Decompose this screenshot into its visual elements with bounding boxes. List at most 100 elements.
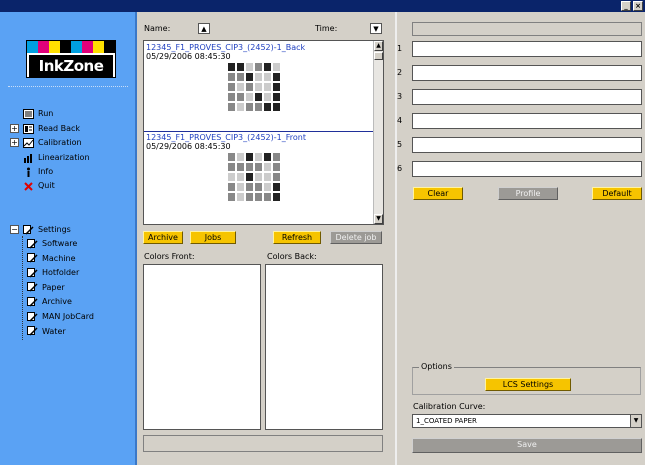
logo-color-bar [93, 41, 104, 53]
settings-page-icon [26, 326, 38, 337]
refresh-button[interactable]: Refresh [273, 231, 321, 244]
thumbnail-page [237, 193, 244, 201]
job-item-front[interactable]: 12345_F1_PROVES_CIP3_(2452)-1_Front 05/2… [146, 133, 381, 219]
close-button[interactable]: × [633, 1, 643, 11]
sidebar-item-run[interactable]: Run [22, 107, 53, 120]
thumbnail-page [228, 173, 235, 181]
settings-item-machine[interactable]: Machine [26, 252, 76, 265]
thumbnail-page [255, 183, 262, 191]
thumbnail-page [264, 193, 271, 201]
thumbnail-page [273, 83, 280, 91]
thumbnail-page [255, 83, 262, 91]
sidebar-item-quit[interactable]: Quit [22, 179, 55, 192]
job-item-back[interactable]: 12345_F1_PROVES_CIP3_(2452)-1_Back 05/29… [146, 43, 381, 129]
thumbnail-page [273, 183, 280, 191]
sidebar-item-label: Settings [38, 225, 71, 234]
thumbnail-page [237, 163, 244, 171]
sidebar-item-label: Linearization [38, 153, 90, 162]
sidebar-item-linearization[interactable]: Linearization [22, 151, 90, 164]
settings-item-label: Machine [42, 253, 76, 263]
calibration-curve-value: 1_COATED PAPER [416, 417, 477, 425]
thumbnail-page [228, 153, 235, 161]
settings-page-icon [26, 253, 38, 264]
thumbnail-page [228, 163, 235, 171]
scroll-up-arrow[interactable]: ▲ [374, 41, 383, 51]
profile-field-number: 2 [397, 68, 403, 77]
thumbnail-page [246, 163, 253, 171]
profile-field-6[interactable] [412, 161, 642, 177]
sidebar-item-settings[interactable]: Settings [22, 223, 71, 236]
settings-item-archive[interactable]: Archive [26, 295, 72, 308]
calibration-expander[interactable]: + [10, 138, 19, 147]
thumbnail-page [255, 163, 262, 171]
sidebar-item-info[interactable]: Info [22, 165, 53, 178]
logo-color-bar [104, 41, 115, 53]
delete-job-button[interactable]: Delete job [330, 231, 382, 244]
thumbnail-page [264, 163, 271, 171]
settings-item-paper[interactable]: Paper [26, 281, 65, 294]
thumbnail-page [255, 173, 262, 181]
thumbnail-page [246, 73, 253, 81]
default-button[interactable]: Default [592, 187, 642, 200]
profile-field-number: 3 [397, 92, 403, 101]
calibration-icon [22, 137, 34, 148]
jobs-button[interactable]: Jobs [190, 231, 236, 244]
profile-field-4[interactable] [412, 113, 642, 129]
settings-item-hotfolder[interactable]: Hotfolder [26, 266, 79, 279]
options-legend: Options [419, 362, 454, 371]
profile-field-2[interactable] [412, 65, 642, 81]
logo-wordmark: InkZone [29, 55, 113, 77]
run-icon [22, 108, 34, 119]
profile-panel: 1 2 3 4 5 6 Clear Profile Default Options LCS… [395, 12, 645, 465]
lcs-settings-button[interactable]: LCS Settings [485, 378, 571, 391]
chevron-down-icon[interactable]: ▼ [630, 415, 641, 427]
thumbnail-page [255, 93, 262, 101]
job-name: 12345_F1_PROVES_CIP3_(2452)-1_Back [146, 43, 306, 52]
archive-button[interactable]: Archive [143, 231, 183, 244]
quit-icon [22, 180, 34, 191]
thumbnail-page [264, 63, 271, 71]
calibration-curve-select[interactable]: 1_COATED PAPER ▼ [412, 414, 642, 428]
clear-button[interactable]: Clear [413, 187, 463, 200]
save-button[interactable]: Save [412, 438, 642, 453]
sort-time-button[interactable]: ▼ [370, 23, 382, 34]
profile-field-1[interactable] [412, 41, 642, 57]
sidebar-item-calibration[interactable]: Calibration [22, 136, 82, 149]
colors-back-list[interactable] [265, 264, 383, 430]
sort-name-button[interactable]: ▲ [198, 23, 210, 34]
scroll-down-arrow[interactable]: ▼ [374, 214, 383, 224]
sidebar-item-read-back[interactable]: Read Back [22, 122, 80, 135]
settings-item-water[interactable]: Water [26, 325, 66, 338]
thumbnail-page [246, 193, 253, 201]
time-sort-label: Time: [315, 24, 338, 33]
thumbnail-page [273, 173, 280, 181]
settings-item-software[interactable]: Software [26, 237, 77, 250]
thumbnail-page [237, 153, 244, 161]
thumbnail-page [246, 153, 253, 161]
minimize-button[interactable]: _ [621, 1, 631, 11]
thumbnail-page [255, 63, 262, 71]
job-list-scrollbar[interactable]: ▲ ▼ [373, 41, 383, 224]
read-back-expander[interactable]: + [10, 124, 19, 133]
thumbnail-page [246, 83, 253, 91]
thumbnail-page [255, 193, 262, 201]
thumbnail-page [264, 93, 271, 101]
settings-expander[interactable]: − [10, 225, 19, 234]
profile-field-3[interactable] [412, 89, 642, 105]
profile-field-5[interactable] [412, 137, 642, 153]
scroll-thumb[interactable] [374, 52, 383, 60]
settings-item-man-jobcard[interactable]: MAN JobCard [26, 310, 94, 323]
settings-page-icon [26, 311, 38, 322]
read-back-icon [22, 123, 34, 134]
thumbnail-page [237, 103, 244, 111]
thumbnail-page [273, 63, 280, 71]
job-list[interactable]: 12345_F1_PROVES_CIP3_(2452)-1_Back 05/29… [143, 40, 384, 225]
profile-button[interactable]: Profile [498, 187, 558, 200]
profile-field-number: 5 [397, 140, 403, 149]
thumbnail-page [255, 103, 262, 111]
colors-front-list[interactable] [143, 264, 261, 430]
thumbnail-page [255, 73, 262, 81]
thumbnail-page [237, 183, 244, 191]
inkzone-logo: InkZone [26, 40, 116, 78]
settings-item-label: Software [42, 239, 78, 248]
